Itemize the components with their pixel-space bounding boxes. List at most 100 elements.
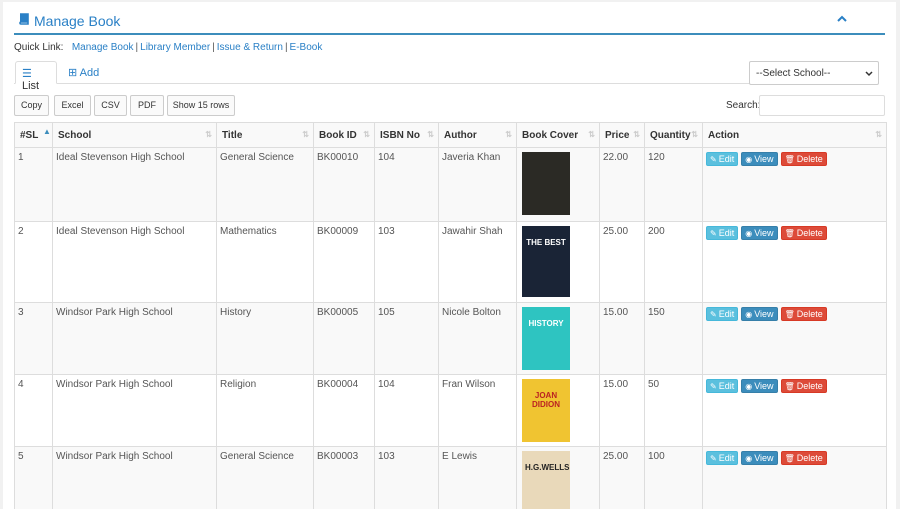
header-book-id-label: Book ID [319,129,357,141]
header-book-cover[interactable]: Book Cover ⇅ [516,122,600,148]
book-icon [19,13,29,25]
cell-school: Windsor Park High School [52,374,217,447]
show-rows-button[interactable]: Show 15 rows [167,95,235,116]
sort-icon: ⇅ [633,130,640,139]
cell-action: ✎ Edit ◉ View 🗑 Delete [702,374,887,447]
list-icon: ☰ [22,68,32,80]
cell-quantity: 200 [644,221,703,303]
tab-list-label: List [22,80,40,92]
tab-list[interactable]: ☰ List [15,61,57,92]
header-school[interactable]: School ⇅ [52,122,217,148]
cell-author: Nicole Bolton [438,302,517,375]
header-quantity[interactable]: Quantity ⇅ [644,122,703,148]
quick-link-manage-book[interactable]: Manage Book [72,42,134,53]
copy-button[interactable]: Copy [14,95,49,116]
tab-add[interactable]: ⊞ Add [62,61,105,84]
view-button[interactable]: ◉ View [741,152,778,166]
search-input[interactable] [759,95,885,116]
pdf-button[interactable]: PDF [130,95,164,116]
sort-icon: ⇅ [205,130,212,139]
excel-button[interactable]: Excel [54,95,91,116]
view-button[interactable]: ◉ View [741,379,778,393]
cell-isbn: 103 [374,221,439,303]
cell-title: General Science [216,147,314,222]
header-sl[interactable]: #SL ▲ [14,122,53,148]
view-button[interactable]: ◉ View [741,307,778,321]
school-select-value: --Select School-- [756,68,831,79]
table-row: 5 Windsor Park High School General Science… [14,446,887,509]
header-school-label: School [58,129,92,141]
table-header-row: #SL ▲ School ⇅ Title ⇅ Book ID ⇅ ISBN No ⇅ Au… [14,122,887,148]
delete-button-label: Delete [796,154,823,164]
cell-author: E Lewis [438,446,517,509]
manage-book-panel: Manage Book Quick Link: Manage Book | Libr… [3,2,896,509]
delete-button[interactable]: 🗑 Delete [780,307,827,321]
header-quantity-label: Quantity [650,129,691,141]
edit-icon: ✎ [710,310,717,319]
chevron-up-icon[interactable] [836,13,848,25]
header-isbn-label: ISBN No [380,129,420,141]
quick-link-library-member[interactable]: Library Member [140,42,210,53]
page-title: Manage Book [34,13,121,29]
header-book-id[interactable]: Book ID ⇅ [313,122,375,148]
cell-author: Jawahir Shah [438,221,517,303]
cell-action: ✎ Edit ◉ View 🗑 Delete [702,446,887,509]
sort-icon: ⇅ [691,130,698,139]
school-select[interactable]: --Select School-- [749,61,879,85]
sort-icon: ⇅ [588,130,595,139]
tab-add-label: Add [79,67,100,79]
eye-icon: ◉ [745,454,753,463]
cell-book-id: BK00004 [313,374,375,447]
quick-link-issue-return[interactable]: Issue & Return [217,42,283,53]
cell-sl: 4 [14,374,53,447]
header-title[interactable]: Title ⇅ [216,122,314,148]
view-button[interactable]: ◉ View [741,226,778,240]
books-table: #SL ▲ School ⇅ Title ⇅ Book ID ⇅ ISBN No ⇅ Au… [14,122,887,509]
edit-button[interactable]: ✎ Edit [706,307,739,321]
header-author[interactable]: Author ⇅ [438,122,517,148]
table-row: 1 Ideal Stevenson High School General Scie… [14,147,887,222]
cell-sl: 1 [14,147,53,222]
cell-quantity: 100 [644,446,703,509]
delete-button[interactable]: 🗑 Delete [780,152,827,166]
edit-button[interactable]: ✎ Edit [706,451,739,465]
trash-icon: 🗑 [784,155,795,164]
cell-book-cover: H.G.WELLS [516,446,600,509]
trash-icon: 🗑 [784,229,795,238]
edit-button-label: Edit [718,309,735,319]
delete-button[interactable]: 🗑 Delete [780,451,827,465]
cell-quantity: 150 [644,302,703,375]
header-sl-label: #SL [20,129,39,141]
view-button-label: View [754,309,774,319]
edit-button-label: Edit [718,228,735,238]
header-action[interactable]: Action ⇅ [702,122,887,148]
cell-book-cover: THE BEST [516,221,600,303]
cell-isbn: 103 [374,446,439,509]
header-isbn[interactable]: ISBN No ⇅ [374,122,439,148]
plus-square-icon: ⊞ [68,67,78,79]
cell-price: 15.00 [599,374,645,447]
edit-button[interactable]: ✎ Edit [706,226,739,240]
edit-button[interactable]: ✎ Edit [706,379,739,393]
cell-book-cover: HISTORY [516,302,600,375]
edit-button-label: Edit [718,381,735,391]
cell-sl: 5 [14,446,53,509]
view-button[interactable]: ◉ View [741,451,778,465]
quick-link-label: Quick Link: [14,42,64,53]
view-button-label: View [754,381,774,391]
cell-title: General Science [216,446,314,509]
delete-button[interactable]: 🗑 Delete [780,226,827,240]
cell-sl: 2 [14,221,53,303]
delete-button-label: Delete [796,228,823,238]
eye-icon: ◉ [745,155,753,164]
quick-link-ebook[interactable]: E-Book [290,42,323,53]
header-price[interactable]: Price ⇅ [599,122,645,148]
edit-button[interactable]: ✎ Edit [706,152,739,166]
cell-book-id: BK00003 [313,446,375,509]
cell-price: 15.00 [599,302,645,375]
csv-button[interactable]: CSV [94,95,127,116]
header-author-label: Author [444,129,477,141]
book-cover-image: HISTORY [522,307,570,370]
delete-button[interactable]: 🗑 Delete [780,379,827,393]
eye-icon: ◉ [745,310,753,319]
